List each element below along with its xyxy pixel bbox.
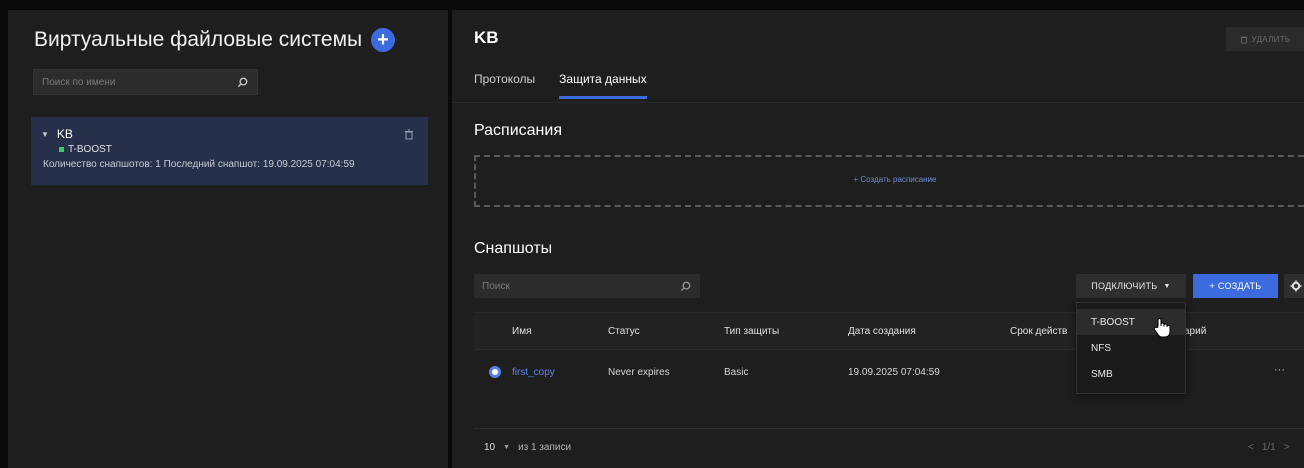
column-header-expiry[interactable]: Срок действ xyxy=(1010,326,1067,337)
column-header-status[interactable]: Статус xyxy=(608,326,640,337)
caret-down-icon: ▼ xyxy=(1163,282,1171,290)
trash-icon[interactable] xyxy=(404,127,414,145)
delete-label: УДАЛИТЬ xyxy=(1251,34,1291,44)
connect-label: ПОДКЛЮЧИТЬ xyxy=(1091,281,1158,291)
pagination: < 1/1 > xyxy=(1248,442,1290,453)
schedules-dropzone: + Создать расписание xyxy=(474,155,1304,207)
connect-dropdown-menu: T-BOOST NFS SMB xyxy=(1076,302,1186,394)
vfs-list-item[interactable]: ▼ KB T-BOOST Количество снапшотов: 1 Пос… xyxy=(31,117,428,185)
vfs-meta: Количество снапшотов: 1 Последний снапшо… xyxy=(43,159,355,170)
vfs-type-label: T-BOOST xyxy=(68,144,112,155)
page-size-selector[interactable]: 10 ▼ из 1 записи xyxy=(484,442,571,453)
create-schedule-link[interactable]: + Создать расписание xyxy=(476,175,1304,184)
snapshot-status: Never expires xyxy=(608,367,670,378)
add-vfs-button[interactable]: + xyxy=(371,28,395,52)
page-indicator: 1/1 xyxy=(1261,442,1276,453)
search-icon[interactable] xyxy=(235,75,249,89)
column-header-comment[interactable]: арий xyxy=(1184,326,1206,337)
snapshots-heading: Снапшоты xyxy=(474,240,553,257)
trash-icon xyxy=(1240,36,1247,44)
snapshot-created: 19.09.2025 07:04:59 xyxy=(848,367,940,378)
column-header-protection-type[interactable]: Тип защиты xyxy=(724,326,779,337)
caret-down-icon[interactable]: ▼ xyxy=(503,444,510,451)
vfs-search-field[interactable] xyxy=(33,69,258,95)
next-page-icon[interactable]: > xyxy=(1284,442,1290,453)
settings-button[interactable] xyxy=(1284,274,1304,298)
status-dot-icon xyxy=(59,147,64,152)
vfs-name: KB xyxy=(56,127,73,141)
plus-icon: + xyxy=(377,29,389,51)
column-header-name[interactable]: Имя xyxy=(512,326,531,337)
snapshot-search-input[interactable] xyxy=(482,280,678,292)
tab-data-protection[interactable]: Защита данных xyxy=(559,72,647,99)
vfs-type-badge: T-BOOST xyxy=(59,144,418,155)
chevron-down-icon[interactable]: ▼ xyxy=(41,130,49,139)
hand-cursor-icon xyxy=(1153,318,1171,338)
create-snapshot-button[interactable]: + СОЗДАТЬ xyxy=(1193,274,1278,298)
total-records: из 1 записи xyxy=(518,442,572,453)
snapshot-search-field[interactable] xyxy=(474,274,700,298)
menu-item-smb[interactable]: SMB xyxy=(1077,361,1185,387)
tab-bar: Протоколы Защита данных xyxy=(474,72,647,99)
table-divider xyxy=(474,428,1304,429)
schedules-heading: Расписания xyxy=(474,122,562,139)
column-header-created[interactable]: Дата создания xyxy=(848,326,916,337)
snapshot-name-link[interactable]: first_copy xyxy=(512,367,555,378)
vfs-detail-panel: KB УДАЛИТЬ Протоколы Защита данных Распи… xyxy=(452,10,1304,468)
create-label: + СОЗДАТЬ xyxy=(1209,281,1262,291)
gear-icon xyxy=(1290,280,1302,292)
page-size-value[interactable]: 10 xyxy=(484,442,495,453)
vfs-panel-title: Виртуальные файловые системы xyxy=(34,28,363,51)
page-title: KB xyxy=(474,28,499,47)
snapshot-type: Basic xyxy=(724,367,749,378)
tabs-divider xyxy=(452,102,1304,103)
connect-button[interactable]: ПОДКЛЮЧИТЬ ▼ xyxy=(1076,274,1186,298)
vfs-search-input[interactable] xyxy=(42,76,235,88)
delete-button[interactable]: УДАЛИТЬ xyxy=(1226,27,1304,51)
vfs-panel: Виртуальные файловые системы + ▼ KB T-BO… xyxy=(8,10,448,468)
more-icon[interactable]: ··· xyxy=(1274,364,1285,376)
search-icon[interactable] xyxy=(678,279,692,293)
tab-protocols[interactable]: Протоколы xyxy=(474,72,535,99)
row-radio[interactable] xyxy=(489,366,501,378)
prev-page-icon[interactable]: < xyxy=(1248,442,1254,453)
